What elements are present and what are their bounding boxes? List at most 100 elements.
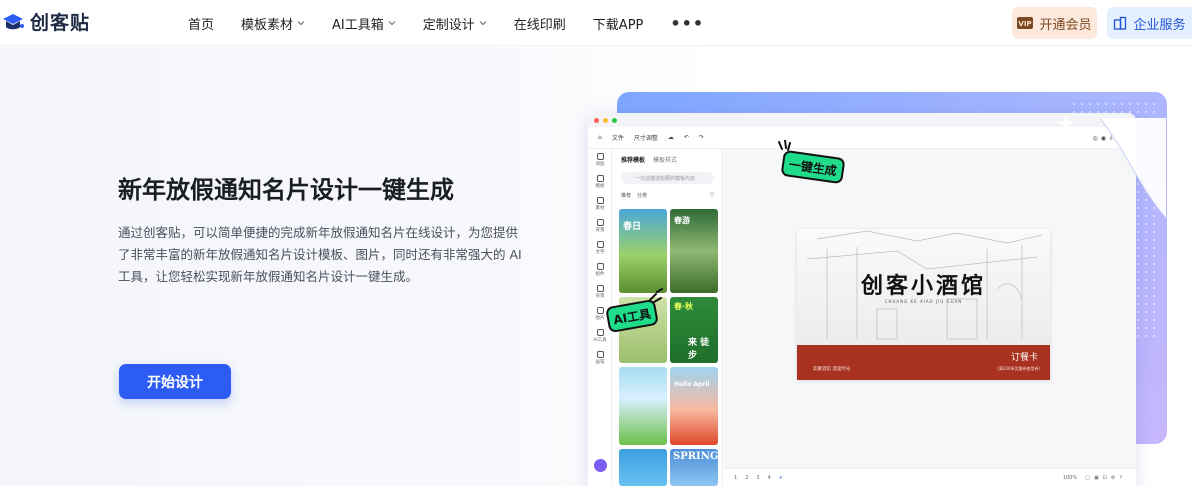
template-text: 春·秋	[674, 302, 694, 311]
nav-item-home[interactable]: 首页	[188, 14, 214, 33]
more-menu-icon[interactable]: •••	[670, 14, 704, 33]
sidebar-item: 素材	[588, 193, 612, 215]
sidebar-label: 背景	[595, 228, 605, 233]
logo-icon	[3, 13, 24, 29]
avatar	[594, 459, 607, 472]
template-text: 来 徒步	[688, 338, 710, 361]
editor-canvas: 创客小酒馆 CHUANG KE XIAO JIU GUAN 订餐卡 友聚酒馆 酒…	[724, 149, 1136, 486]
top-navbar: 创客贴 首页 模板素材 AI工具箱 定制设计 在线印刷 下载APP ••• VI…	[0, 0, 1192, 46]
brush-icon	[596, 351, 604, 358]
sidebar-label: 图片	[595, 316, 605, 321]
nav-label: AI工具箱	[332, 17, 384, 33]
panel-tabs: 推荐模板 模板样式	[613, 149, 722, 170]
page-curl-graphic	[1100, 118, 1166, 218]
card-order-label: 订餐卡	[1010, 353, 1038, 363]
chevron-down-icon	[479, 21, 487, 26]
sidebar-label: 添加	[595, 162, 605, 167]
logo[interactable]: 创客贴	[0, 8, 90, 35]
home-icon: ⌂	[598, 134, 602, 141]
start-design-button[interactable]: 开始设计	[119, 364, 231, 399]
page-title: 新年放假通知名片设计一键生成	[118, 176, 454, 204]
vip-crown-icon: VIP	[1017, 17, 1034, 29]
main-nav: 首页 模板素材 AI工具箱 定制设计 在线印刷 下载APP •••	[188, 0, 731, 46]
enterprise-label: 企业服务	[1133, 17, 1186, 33]
sidebar-label: 模板	[595, 184, 605, 189]
template-thumb: Hello April	[670, 367, 718, 445]
component-icon	[596, 263, 604, 270]
background-icon	[596, 285, 604, 292]
resize-menu: 尺寸调整	[633, 135, 658, 142]
sidebar-item: 组件	[588, 259, 612, 281]
template-thumb: SPRING	[670, 449, 718, 486]
image-icon	[596, 307, 604, 314]
filter-category: 分类	[637, 193, 648, 199]
sidebar-item: 添加	[588, 149, 612, 171]
sidebar-label: 文字	[595, 250, 605, 255]
sidebar-label: AI工具	[593, 338, 607, 343]
vip-label: 开通会员	[1039, 17, 1092, 33]
add-icon	[596, 153, 604, 160]
tab-styles: 模板样式	[653, 157, 678, 164]
file-menu: 文件	[611, 135, 624, 142]
ai-icon	[596, 329, 604, 336]
tab-recommended: 推荐模板	[621, 157, 646, 164]
template-icon	[596, 175, 604, 182]
view-controls-icons: ▢▣⊡⚙?	[1085, 474, 1126, 481]
editor-mockup: ⌂ 文件 尺寸调整 ☁ ↶ ↷ ◎◉⇩⤴ 添加 模板 素材 背景 文字 组件 背…	[588, 113, 1136, 486]
sticker-spark-icon	[649, 288, 663, 303]
template-thumb: 春日	[619, 209, 667, 293]
filter-icon: ▽	[710, 192, 714, 198]
sidebar-item: 画笔	[588, 347, 612, 369]
template-thumb	[619, 449, 667, 486]
nav-label: 在线印刷	[513, 17, 566, 33]
logo-text: 创客贴	[30, 12, 91, 34]
template-text: Hello April	[674, 381, 710, 388]
sparkle-icon	[1057, 114, 1083, 134]
enterprise-button[interactable]: 企业服务	[1107, 7, 1192, 39]
page-3: 3	[756, 474, 760, 481]
minimize-dot	[603, 117, 608, 123]
page-4: 4	[767, 474, 771, 481]
sidebar-label: 组件	[595, 272, 605, 277]
panel-filter: 推荐 分类 ▽	[613, 186, 722, 205]
vip-badge-text: VIP	[1019, 20, 1032, 28]
nav-label: 定制设计	[422, 17, 475, 33]
nav-label: 模板素材	[241, 17, 294, 33]
nav-item-custom-design[interactable]: 定制设计	[423, 14, 487, 33]
nav-item-print[interactable]: 在线印刷	[514, 14, 566, 33]
cloud-icon: ☁	[667, 134, 674, 141]
template-thumb: 春·秋 来 徒步	[670, 297, 718, 363]
chevron-down-icon	[388, 21, 396, 26]
sidebar-label: 背景	[595, 294, 605, 299]
sidebar-item: 模板	[588, 171, 612, 193]
sticker-spark-icon	[778, 140, 791, 151]
template-text: 春游	[674, 216, 690, 225]
hero-description: 通过创客贴，可以简单便捷的完成新年放假通知名片在线设计，为您提供了非常丰富的新年…	[118, 225, 522, 284]
building-icon	[1114, 16, 1127, 30]
template-thumb	[619, 367, 667, 445]
card-title: 创客小酒馆	[860, 273, 986, 299]
vip-button[interactable]: VIP 开通会员	[1012, 7, 1097, 39]
nav-item-templates[interactable]: 模板素材	[241, 14, 305, 33]
editor-toolbar: ⌂ 文件 尺寸调整 ☁ ↶ ↷ ◎◉⇩⤴	[588, 127, 1136, 149]
material-icon	[596, 197, 604, 204]
undo-icon: ↶	[683, 134, 689, 141]
add-page-icon: +	[778, 474, 783, 481]
nav-item-ai-tools[interactable]: AI工具箱	[332, 14, 396, 33]
nav-label: 首页	[188, 17, 215, 33]
sidebar-item: 文字	[588, 237, 612, 259]
card-subtitle: CHUANG KE XIAO JIU GUAN	[884, 299, 963, 304]
redo-icon: ↷	[698, 134, 704, 141]
page-2: 2	[745, 474, 749, 481]
sidebar-label: 素材	[595, 206, 605, 211]
page-1: 1	[734, 474, 738, 481]
window-titlebar	[588, 113, 1136, 127]
template-thumb: 春游	[670, 209, 718, 293]
editor-bottom-bar: 1 2 3 4 + 100% ▢▣⊡⚙?	[724, 468, 1136, 486]
card-right-text: (满200享优惠券使用券)	[997, 366, 1040, 371]
nav-item-download-app[interactable]: 下载APP	[593, 14, 644, 33]
nav-label: 下载APP	[592, 17, 644, 33]
maximize-dot	[612, 117, 617, 123]
sidebar-item: 背景	[588, 215, 612, 237]
filter-recommended: 推荐	[621, 193, 632, 199]
